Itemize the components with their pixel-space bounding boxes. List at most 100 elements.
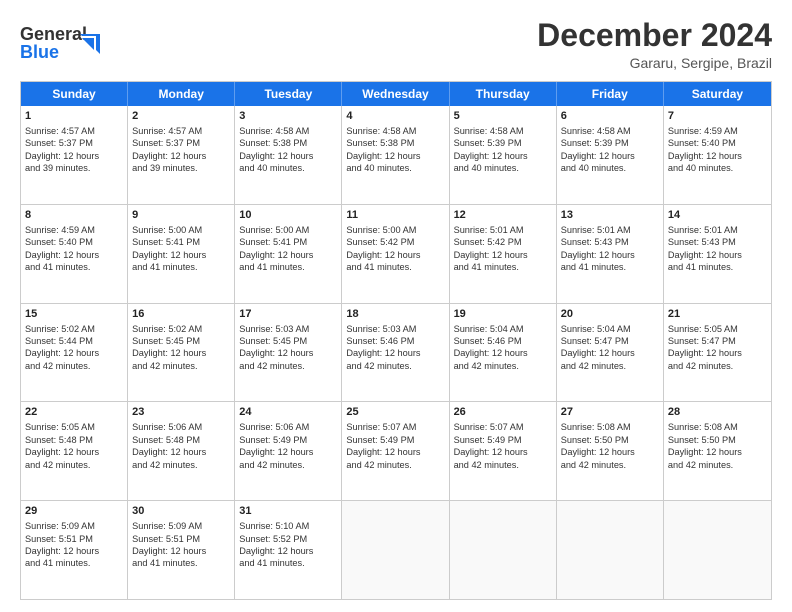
- day-cell-29: 29Sunrise: 5:09 AMSunset: 5:51 PMDayligh…: [21, 501, 128, 599]
- day-info-line: Daylight: 12 hours: [132, 150, 230, 162]
- day-info-line: Sunrise: 4:59 AM: [25, 224, 123, 236]
- day-info-line: Sunrise: 4:59 AM: [668, 125, 767, 137]
- day-cell-19: 19Sunrise: 5:04 AMSunset: 5:46 PMDayligh…: [450, 304, 557, 402]
- day-info-line: Sunrise: 5:00 AM: [346, 224, 444, 236]
- header-day-thursday: Thursday: [450, 82, 557, 106]
- day-info-line: Sunrise: 5:03 AM: [346, 323, 444, 335]
- day-info-line: Sunset: 5:51 PM: [132, 533, 230, 545]
- day-info-line: Sunset: 5:46 PM: [454, 335, 552, 347]
- day-info-line: Sunrise: 5:05 AM: [25, 421, 123, 433]
- day-number: 23: [132, 405, 230, 420]
- day-cell-8: 8Sunrise: 4:59 AMSunset: 5:40 PMDaylight…: [21, 205, 128, 303]
- day-info-line: Sunrise: 5:07 AM: [346, 421, 444, 433]
- day-info-line: and 42 minutes.: [561, 360, 659, 372]
- day-info-line: Daylight: 12 hours: [561, 249, 659, 261]
- day-info-line: and 42 minutes.: [454, 360, 552, 372]
- main-title: December 2024: [537, 18, 772, 53]
- day-info-line: Daylight: 12 hours: [25, 249, 123, 261]
- day-info-line: Sunset: 5:45 PM: [132, 335, 230, 347]
- day-cell-10: 10Sunrise: 5:00 AMSunset: 5:41 PMDayligh…: [235, 205, 342, 303]
- empty-cell: [342, 501, 449, 599]
- day-number: 12: [454, 208, 552, 223]
- header-day-friday: Friday: [557, 82, 664, 106]
- day-number: 15: [25, 307, 123, 322]
- day-cell-24: 24Sunrise: 5:06 AMSunset: 5:49 PMDayligh…: [235, 402, 342, 500]
- day-cell-11: 11Sunrise: 5:00 AMSunset: 5:42 PMDayligh…: [342, 205, 449, 303]
- day-info-line: Sunrise: 5:02 AM: [25, 323, 123, 335]
- day-info-line: Daylight: 12 hours: [454, 150, 552, 162]
- day-info-line: and 41 minutes.: [668, 261, 767, 273]
- day-info-line: Sunrise: 5:05 AM: [668, 323, 767, 335]
- svg-text:General: General: [20, 24, 87, 44]
- day-info-line: Sunset: 5:41 PM: [239, 236, 337, 248]
- calendar-row-2: 8Sunrise: 4:59 AMSunset: 5:40 PMDaylight…: [21, 204, 771, 303]
- day-number: 26: [454, 405, 552, 420]
- day-info-line: Sunset: 5:47 PM: [561, 335, 659, 347]
- day-info-line: Daylight: 12 hours: [454, 446, 552, 458]
- day-number: 6: [561, 109, 659, 124]
- day-info-line: Daylight: 12 hours: [346, 446, 444, 458]
- day-number: 30: [132, 504, 230, 519]
- day-number: 9: [132, 208, 230, 223]
- day-info-line: and 41 minutes.: [454, 261, 552, 273]
- empty-cell: [450, 501, 557, 599]
- day-cell-7: 7Sunrise: 4:59 AMSunset: 5:40 PMDaylight…: [664, 106, 771, 204]
- calendar-body: 1Sunrise: 4:57 AMSunset: 5:37 PMDaylight…: [21, 106, 771, 599]
- day-info-line: and 41 minutes.: [239, 557, 337, 569]
- day-info-line: and 42 minutes.: [561, 459, 659, 471]
- day-info-line: Daylight: 12 hours: [132, 446, 230, 458]
- day-info-line: Sunset: 5:49 PM: [239, 434, 337, 446]
- day-cell-5: 5Sunrise: 4:58 AMSunset: 5:39 PMDaylight…: [450, 106, 557, 204]
- day-info-line: and 42 minutes.: [25, 459, 123, 471]
- day-cell-12: 12Sunrise: 5:01 AMSunset: 5:42 PMDayligh…: [450, 205, 557, 303]
- day-info-line: and 40 minutes.: [239, 162, 337, 174]
- calendar-header: SundayMondayTuesdayWednesdayThursdayFrid…: [21, 82, 771, 106]
- day-info-line: Sunset: 5:50 PM: [668, 434, 767, 446]
- day-number: 17: [239, 307, 337, 322]
- day-cell-23: 23Sunrise: 5:06 AMSunset: 5:48 PMDayligh…: [128, 402, 235, 500]
- day-info-line: Sunrise: 5:06 AM: [132, 421, 230, 433]
- day-cell-14: 14Sunrise: 5:01 AMSunset: 5:43 PMDayligh…: [664, 205, 771, 303]
- day-info-line: Sunrise: 5:08 AM: [561, 421, 659, 433]
- day-info-line: and 42 minutes.: [239, 459, 337, 471]
- day-info-line: Daylight: 12 hours: [454, 249, 552, 261]
- day-info-line: Sunrise: 5:02 AM: [132, 323, 230, 335]
- day-number: 3: [239, 109, 337, 124]
- day-info-line: and 41 minutes.: [346, 261, 444, 273]
- day-info-line: Sunrise: 5:07 AM: [454, 421, 552, 433]
- calendar-row-3: 15Sunrise: 5:02 AMSunset: 5:44 PMDayligh…: [21, 303, 771, 402]
- day-info-line: and 42 minutes.: [239, 360, 337, 372]
- day-info-line: Sunset: 5:41 PM: [132, 236, 230, 248]
- day-number: 20: [561, 307, 659, 322]
- day-info-line: Sunrise: 5:08 AM: [668, 421, 767, 433]
- day-number: 21: [668, 307, 767, 322]
- day-info-line: and 41 minutes.: [561, 261, 659, 273]
- day-info-line: and 42 minutes.: [454, 459, 552, 471]
- day-cell-3: 3Sunrise: 4:58 AMSunset: 5:38 PMDaylight…: [235, 106, 342, 204]
- day-info-line: Sunrise: 4:58 AM: [239, 125, 337, 137]
- day-number: 29: [25, 504, 123, 519]
- day-cell-17: 17Sunrise: 5:03 AMSunset: 5:45 PMDayligh…: [235, 304, 342, 402]
- day-info-line: Daylight: 12 hours: [346, 249, 444, 261]
- day-info-line: Daylight: 12 hours: [239, 347, 337, 359]
- day-cell-2: 2Sunrise: 4:57 AMSunset: 5:37 PMDaylight…: [128, 106, 235, 204]
- day-cell-21: 21Sunrise: 5:05 AMSunset: 5:47 PMDayligh…: [664, 304, 771, 402]
- day-info-line: and 42 minutes.: [668, 459, 767, 471]
- day-info-line: Sunset: 5:47 PM: [668, 335, 767, 347]
- day-cell-26: 26Sunrise: 5:07 AMSunset: 5:49 PMDayligh…: [450, 402, 557, 500]
- day-info-line: Sunrise: 4:58 AM: [346, 125, 444, 137]
- day-info-line: Sunset: 5:38 PM: [239, 137, 337, 149]
- day-cell-13: 13Sunrise: 5:01 AMSunset: 5:43 PMDayligh…: [557, 205, 664, 303]
- day-number: 5: [454, 109, 552, 124]
- day-info-line: Sunset: 5:42 PM: [454, 236, 552, 248]
- day-info-line: Daylight: 12 hours: [25, 545, 123, 557]
- day-number: 2: [132, 109, 230, 124]
- day-cell-27: 27Sunrise: 5:08 AMSunset: 5:50 PMDayligh…: [557, 402, 664, 500]
- day-info-line: and 40 minutes.: [561, 162, 659, 174]
- day-info-line: Sunrise: 4:57 AM: [132, 125, 230, 137]
- day-info-line: Daylight: 12 hours: [668, 249, 767, 261]
- day-info-line: and 41 minutes.: [132, 261, 230, 273]
- day-info-line: Daylight: 12 hours: [561, 446, 659, 458]
- day-cell-30: 30Sunrise: 5:09 AMSunset: 5:51 PMDayligh…: [128, 501, 235, 599]
- day-info-line: Sunset: 5:43 PM: [668, 236, 767, 248]
